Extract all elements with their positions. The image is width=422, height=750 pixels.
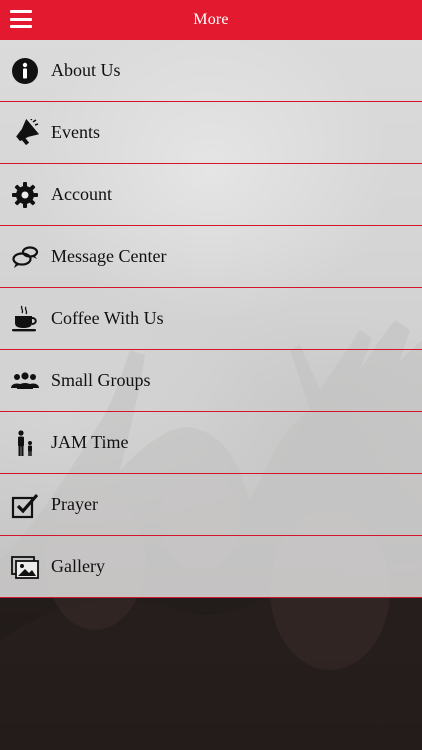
group-icon bbox=[11, 367, 39, 395]
hamburger-menu-icon[interactable] bbox=[10, 8, 32, 30]
menu-item-label: Message Center bbox=[51, 246, 167, 266]
parent-child-icon bbox=[11, 429, 39, 457]
menu-item-account[interactable]: Account bbox=[0, 164, 422, 226]
info-icon bbox=[11, 57, 39, 85]
menu-item-message-center[interactable]: Message Center bbox=[0, 226, 422, 288]
menu-item-jam-time[interactable]: JAM Time bbox=[0, 412, 422, 474]
gear-icon bbox=[11, 181, 39, 209]
top-bar: More bbox=[0, 0, 422, 40]
menu-item-about-us[interactable]: About Us bbox=[0, 40, 422, 102]
menu-item-small-groups[interactable]: Small Groups bbox=[0, 350, 422, 412]
menu-item-coffee-with-us[interactable]: Coffee With Us bbox=[0, 288, 422, 350]
checkbox-icon bbox=[11, 491, 39, 519]
more-menu-list: About Us Events Account Message Center C… bbox=[0, 40, 422, 598]
menu-item-label: Small Groups bbox=[51, 370, 151, 390]
page-title: More bbox=[193, 11, 229, 28]
menu-item-label: Prayer bbox=[51, 494, 98, 514]
menu-item-label: Gallery bbox=[51, 556, 105, 576]
chat-bubbles-icon bbox=[11, 243, 39, 271]
menu-line bbox=[10, 25, 32, 28]
gallery-icon bbox=[11, 553, 39, 581]
megaphone-icon bbox=[11, 118, 39, 147]
menu-item-label: Coffee With Us bbox=[51, 308, 164, 328]
menu-item-gallery[interactable]: Gallery bbox=[0, 536, 422, 598]
menu-line bbox=[10, 17, 32, 21]
menu-item-label: JAM Time bbox=[51, 432, 129, 452]
menu-line bbox=[10, 10, 32, 13]
menu-item-label: Events bbox=[51, 122, 100, 142]
coffee-cup-icon bbox=[11, 305, 39, 333]
menu-item-events[interactable]: Events bbox=[0, 102, 422, 164]
menu-item-label: About Us bbox=[51, 60, 121, 80]
menu-item-prayer[interactable]: Prayer bbox=[0, 474, 422, 536]
menu-item-label: Account bbox=[51, 184, 112, 204]
